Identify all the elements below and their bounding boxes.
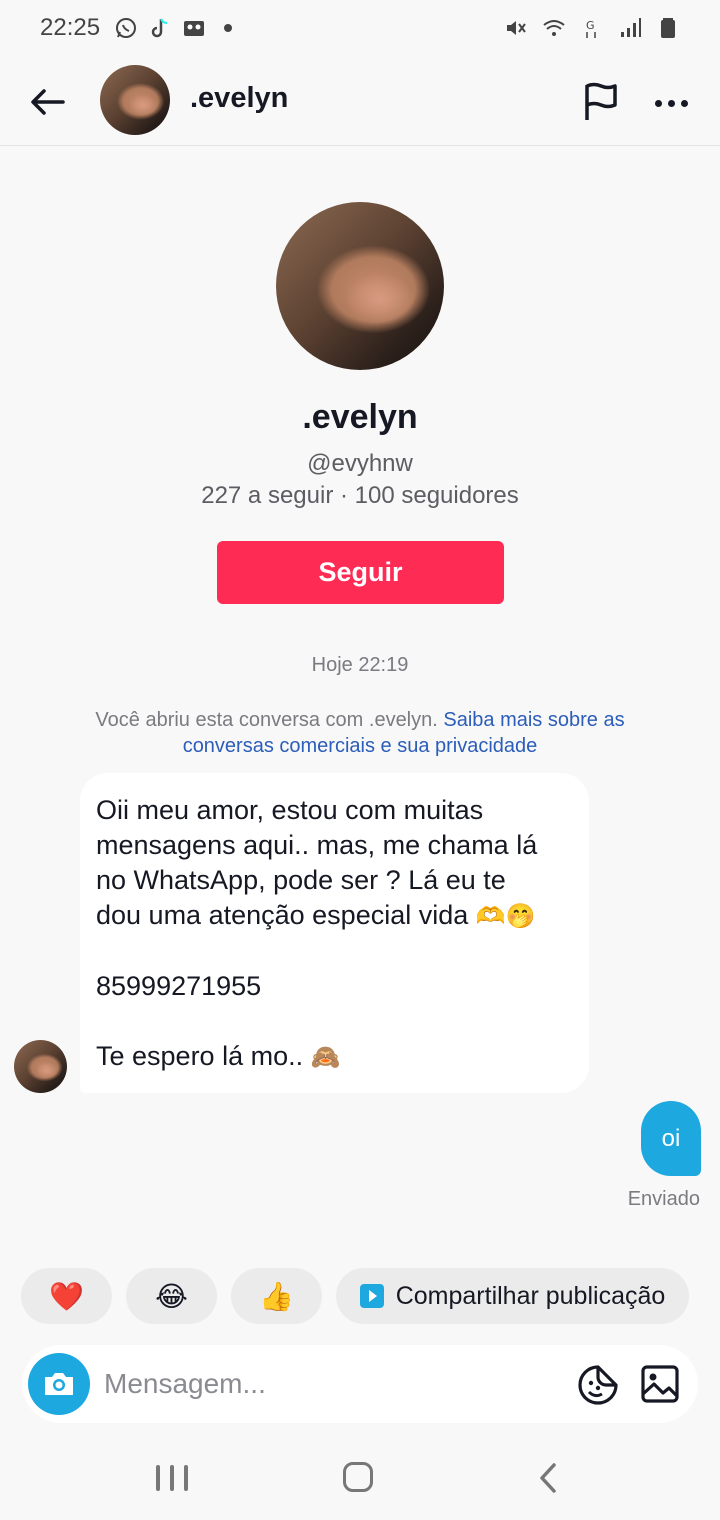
status-time: 22:25 xyxy=(40,14,101,41)
message-text: dou uma atenção especial vida xyxy=(96,900,469,930)
report-button[interactable] xyxy=(580,80,622,122)
profile-handle: @evyhnw xyxy=(307,450,413,477)
privacy-note: Você abriu esta conversa com .evelyn. Sa… xyxy=(80,707,640,759)
laughing-emoji-icon: 😂 xyxy=(155,1279,188,1313)
profile-name: .evelyn xyxy=(302,398,418,436)
message-line-4: dou uma atenção especial vida 🫶🤭 xyxy=(96,898,573,934)
message-line: Oii meu amor, estou com muitas xyxy=(96,795,484,825)
signal-icon xyxy=(621,18,641,37)
network-g-icon: G xyxy=(586,19,596,38)
follow-button[interactable]: Seguir xyxy=(217,541,504,604)
flag-icon xyxy=(585,82,617,120)
message-composer xyxy=(22,1345,698,1423)
date-label: Hoje 22:19 xyxy=(311,654,409,676)
profile-avatar[interactable] xyxy=(276,202,444,370)
heart-hands-emoji: 🫶🤭 xyxy=(475,902,536,930)
battery-icon xyxy=(661,18,675,38)
sent-status: Enviado xyxy=(627,1188,700,1210)
incoming-message-bubble[interactable]: Oii meu amor, estou com muitas mensagens… xyxy=(80,773,589,1093)
gallery-button[interactable] xyxy=(640,1364,680,1404)
gallery-icon xyxy=(641,1365,679,1403)
back-arrow-icon xyxy=(31,89,65,115)
svg-text:G: G xyxy=(586,19,595,32)
privacy-text: Você abriu esta conversa com .evelyn. xyxy=(95,709,444,731)
heart-icon: ❤️ xyxy=(49,1279,84,1313)
header-avatar[interactable] xyxy=(100,65,170,135)
recent-apps-button[interactable] xyxy=(156,1460,188,1496)
sticker-icon xyxy=(578,1365,618,1405)
more-options-button[interactable] xyxy=(650,82,692,124)
wifi-icon xyxy=(543,20,565,36)
incoming-avatar[interactable] xyxy=(14,1040,67,1093)
share-label: Compartilhar publicação xyxy=(395,1281,666,1310)
share-post-button[interactable]: Compartilhar publicação xyxy=(336,1268,689,1324)
tiktok-icon xyxy=(151,18,168,38)
chat-header: .evelyn xyxy=(0,56,720,146)
thumbs-up-icon: 👍 xyxy=(259,1279,294,1313)
message-line-6: Te espero lá mo.. 🙈 xyxy=(96,1039,573,1075)
message-input[interactable] xyxy=(104,1359,464,1409)
home-button[interactable] xyxy=(343,1462,373,1492)
back-button[interactable] xyxy=(26,80,70,124)
more-dots-icon xyxy=(654,99,662,107)
status-bar: 22:25 G xyxy=(0,0,720,56)
chevron-left-icon xyxy=(540,1463,556,1493)
see-no-evil-emoji: 🙈 xyxy=(310,1043,341,1071)
system-back-button[interactable] xyxy=(532,1460,562,1496)
message-text: Te espero lá mo.. xyxy=(96,1041,304,1071)
profile-stats: 227 a seguir · 100 seguidores xyxy=(201,482,519,509)
header-username[interactable]: .evelyn xyxy=(190,82,288,115)
mute-icon xyxy=(507,21,526,35)
quick-reply-laugh[interactable]: 😂 xyxy=(126,1268,217,1324)
play-share-icon xyxy=(359,1284,384,1308)
voicemail-icon xyxy=(184,21,205,36)
phone-number[interactable]: 85999271955 xyxy=(96,969,573,1004)
whatsapp-icon xyxy=(116,18,137,38)
message-line: mensagens aqui.. mas, me chama lá xyxy=(96,830,538,860)
outgoing-message-bubble[interactable]: oi xyxy=(641,1101,701,1176)
camera-icon xyxy=(45,1373,73,1395)
message-line: no WhatsApp, pode ser ? Lá eu te xyxy=(96,865,506,895)
quick-reply-heart[interactable]: ❤️ xyxy=(21,1268,112,1324)
sticker-button[interactable] xyxy=(577,1364,619,1406)
notification-dot-icon xyxy=(224,24,233,32)
camera-button[interactable] xyxy=(28,1353,90,1415)
quick-reply-thumbs-up[interactable]: 👍 xyxy=(231,1268,322,1324)
